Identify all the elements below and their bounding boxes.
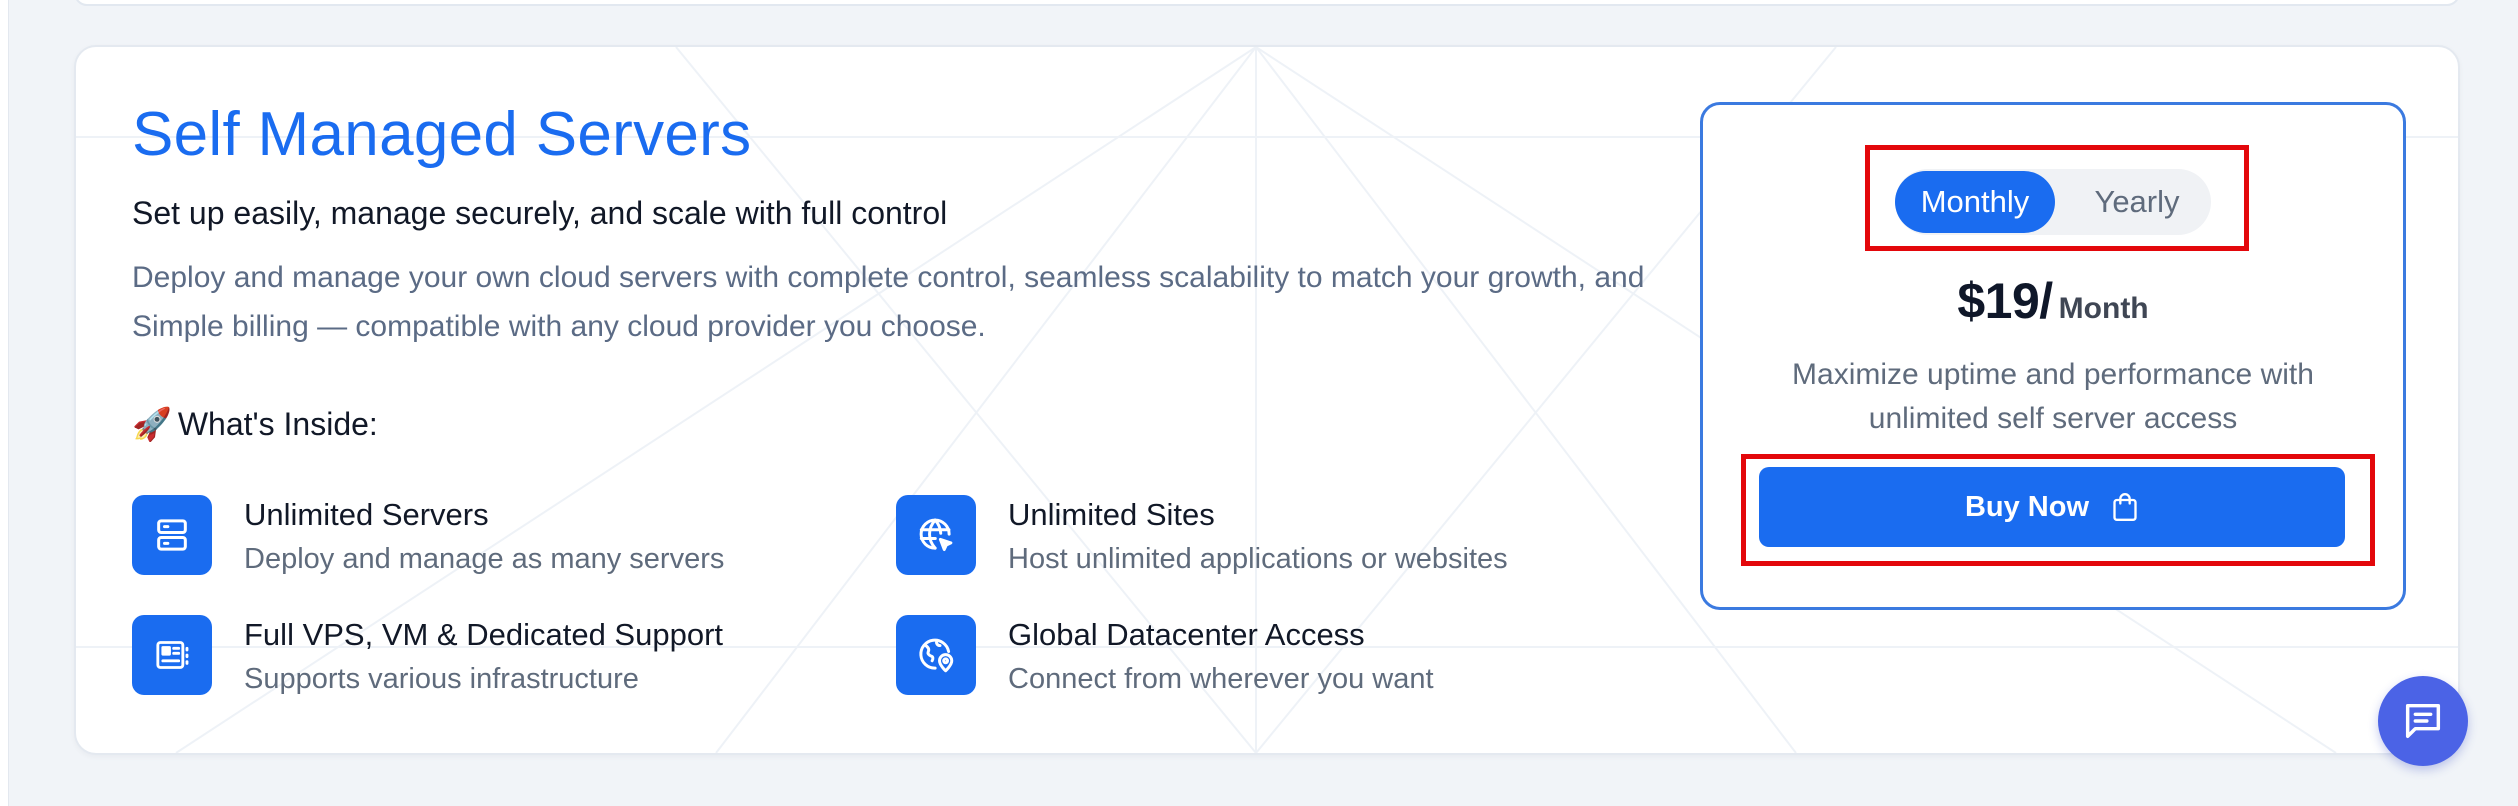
chat-widget-button[interactable] bbox=[2378, 676, 2468, 766]
shopping-bag-icon bbox=[2111, 491, 2139, 523]
section-description: Deploy and manage your own cloud servers… bbox=[132, 261, 1645, 343]
feature-full-vps-vm-dedicated: Full VPS, VM & Dedicated Support Support… bbox=[132, 615, 892, 705]
toggle-yearly-option[interactable]: Yearly bbox=[2073, 171, 2201, 233]
pricing-panel: Monthly Yearly $19/Month Maximize uptime… bbox=[1700, 102, 2406, 610]
globe-cursor-icon bbox=[896, 495, 976, 575]
price-display: $19/Month bbox=[1703, 272, 2403, 330]
feature-title: Full VPS, VM & Dedicated Support bbox=[244, 617, 724, 652]
feature-global-datacenter-access: Global Datacenter Access Connect from wh… bbox=[896, 615, 1656, 705]
section-title: Self Managed Servers bbox=[132, 100, 752, 169]
feature-description: Host unlimited applications or websites bbox=[1008, 543, 1508, 575]
whats-inside-label: What's Inside: bbox=[177, 406, 378, 442]
feature-unlimited-sites: Unlimited Sites Host unlimited applicati… bbox=[896, 495, 1656, 585]
toggle-monthly-option[interactable]: Monthly bbox=[1895, 171, 2055, 233]
pricing-description: Maximize uptime and performance with unl… bbox=[1792, 358, 2314, 435]
billing-period-toggle[interactable]: Monthly Yearly bbox=[1895, 169, 2211, 235]
previous-card bbox=[74, 0, 2460, 6]
buy-now-label: Buy Now bbox=[1964, 490, 2090, 523]
globe-pin-icon bbox=[896, 615, 976, 695]
price-amount: $19/ bbox=[1957, 273, 2053, 329]
rocket-icon: 🚀 bbox=[132, 406, 172, 442]
feature-unlimited-servers: Unlimited Servers Deploy and manage as m… bbox=[132, 495, 892, 585]
left-rail bbox=[0, 0, 9, 806]
self-managed-servers-card: Self Managed Servers Set up easily, mana… bbox=[74, 45, 2460, 755]
feature-description: Connect from wherever you want bbox=[1008, 663, 1434, 695]
server-icon bbox=[132, 495, 212, 575]
buy-now-button[interactable]: Buy Now bbox=[1759, 467, 2345, 547]
feature-title: Unlimited Servers bbox=[244, 497, 489, 532]
feature-title: Global Datacenter Access bbox=[1008, 617, 1365, 652]
chat-icon bbox=[2405, 703, 2441, 739]
section-subtitle: Set up easily, manage securely, and scal… bbox=[132, 195, 948, 231]
feature-description: Deploy and manage as many servers bbox=[244, 543, 725, 575]
cpu-icon bbox=[132, 615, 212, 695]
feature-description: Supports various infrastructure bbox=[244, 663, 639, 695]
whats-inside-heading: 🚀 What's Inside: bbox=[132, 405, 378, 443]
price-period: Month bbox=[2058, 292, 2149, 325]
feature-title: Unlimited Sites bbox=[1008, 497, 1215, 532]
